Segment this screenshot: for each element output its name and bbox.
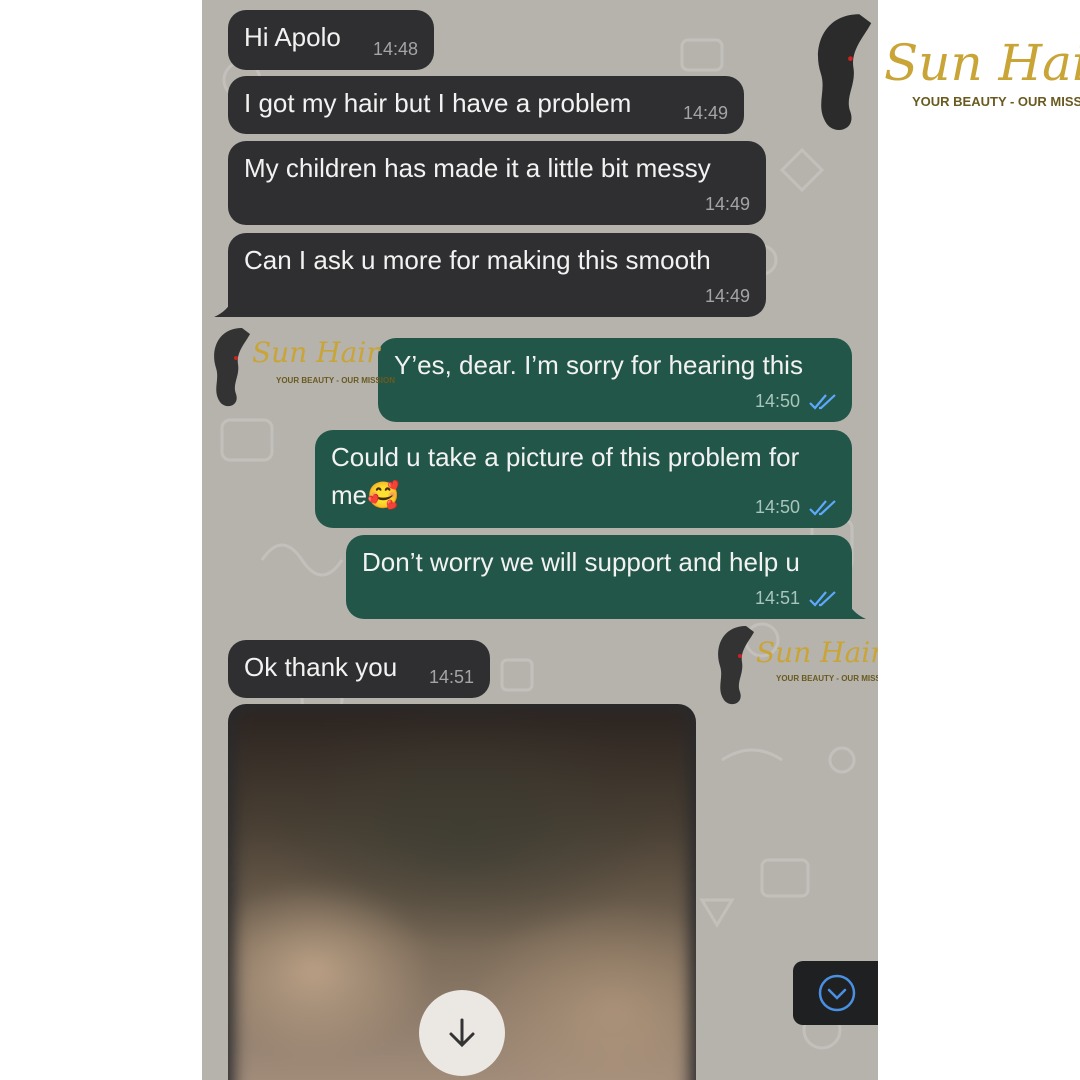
- chat-screen: Hi Apolo 14:48 I got my hair but I have …: [202, 0, 878, 1080]
- scroll-to-bottom-button[interactable]: [793, 961, 878, 1025]
- incoming-message[interactable]: My children has made it a little bit mes…: [228, 141, 766, 225]
- download-button[interactable]: [419, 990, 505, 1076]
- incoming-message[interactable]: I got my hair but I have a problem 14:49: [228, 76, 744, 134]
- incoming-message[interactable]: Can I ask u more for making this smooth …: [214, 233, 766, 317]
- bubble-tail: [846, 599, 866, 619]
- brand-tagline: YOUR BEAUTY - OUR MISSION: [912, 94, 1080, 109]
- incoming-message[interactable]: Hi Apolo 14:48: [228, 10, 434, 70]
- message-time: 14:48: [372, 39, 418, 59]
- message-time: 14:51: [754, 588, 800, 608]
- outgoing-message[interactable]: Could u take a picture of this problem f…: [315, 430, 852, 528]
- message-text: Can I ask u more for making this smooth: [244, 245, 711, 275]
- read-ticks-icon: [809, 394, 836, 410]
- message-text: Could u take a picture of this problem f…: [331, 442, 800, 472]
- watermark-logo: Sun Hair YOUR BEAUTY - OUR MISSION: [206, 322, 395, 412]
- message-time: 14:50: [754, 391, 800, 411]
- message-text: I got my hair but I have a problem: [244, 88, 632, 118]
- brand-name: Sun Hair: [756, 636, 878, 669]
- download-arrow-icon: [449, 1018, 475, 1048]
- brand-tagline: YOUR BEAUTY - OUR MISSION: [776, 674, 878, 683]
- brand-tagline: YOUR BEAUTY - OUR MISSION: [276, 376, 395, 385]
- message-text: Y’es, dear. I’m sorry for hearing this: [394, 350, 803, 380]
- read-ticks-icon: [809, 500, 836, 516]
- bubble-tail: [214, 297, 234, 317]
- message-time: 14:49: [704, 286, 750, 306]
- message-time: 14:51: [428, 667, 474, 687]
- outgoing-message[interactable]: Y’es, dear. I’m sorry for hearing this 1…: [378, 338, 852, 422]
- message-text-continuation: me🥰: [331, 480, 400, 510]
- message-time: 14:49: [704, 194, 750, 214]
- incoming-message[interactable]: Ok thank you 14:51: [228, 640, 490, 698]
- message-text: Ok thank you: [244, 652, 398, 682]
- message-time: 14:50: [754, 497, 800, 517]
- message-text: Don’t worry we will support and help u: [362, 547, 800, 577]
- message-time: 14:49: [682, 103, 728, 123]
- chevron-down-circle-icon: [818, 974, 856, 1012]
- woman-silhouette-logo-icon: [817, 14, 872, 131]
- outgoing-message[interactable]: Don’t worry we will support and help u 1…: [346, 535, 866, 619]
- brand-logo: Sun Hair YOUR BEAUTY - OUR MISSION: [806, 4, 1080, 144]
- brand-name: Sun Hair: [252, 336, 380, 369]
- watermark-logo: Sun Hair YOUR BEAUTY - OUR MISSION: [710, 620, 878, 710]
- read-ticks-icon: [809, 591, 836, 607]
- message-text: Hi Apolo: [244, 22, 341, 52]
- message-text: My children has made it a little bit mes…: [244, 153, 711, 183]
- brand-name: Sun Hair: [884, 34, 1080, 92]
